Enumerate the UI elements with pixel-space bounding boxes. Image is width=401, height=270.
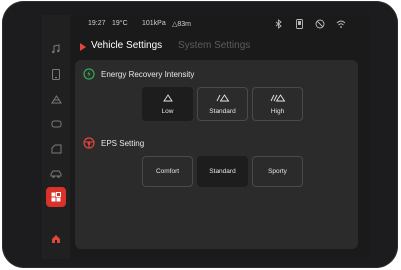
settings-tabs: Vehicle Settings System Settings	[70, 39, 369, 55]
energy-option-standard-label: Standard	[209, 107, 236, 115]
vehicle-icon[interactable]	[46, 164, 66, 184]
energy-option-high[interactable]: High	[252, 87, 303, 121]
energy-recovery-header: Energy Recovery Intensity	[83, 67, 194, 81]
energy-option-standard[interactable]: Standard	[197, 87, 248, 121]
eps-option-standard[interactable]: Standard	[197, 156, 248, 187]
device-frame: 19:27 19°C 101kPa △83m Vehicle Settings …	[2, 1, 398, 268]
wifi-icon[interactable]	[335, 18, 347, 30]
energy-option-low-label: Low	[161, 107, 174, 115]
tab-system-settings[interactable]: System Settings	[178, 40, 250, 51]
active-tab-indicator-icon	[80, 43, 86, 51]
steering-wheel-icon	[83, 137, 95, 149]
eps-option-comfort-label: Comfort	[155, 168, 180, 175]
phone-status-icon[interactable]	[293, 18, 305, 30]
navigation-icon[interactable]	[46, 89, 66, 109]
seat-icon[interactable]	[46, 114, 66, 134]
altitude: △83m	[172, 21, 192, 28]
tab-vehicle-settings[interactable]: Vehicle Settings	[91, 40, 162, 51]
standard-level-icon	[216, 93, 230, 104]
settings-panel: Energy Recovery Intensity Low Standard H…	[75, 60, 358, 249]
phone-icon[interactable]	[46, 64, 66, 84]
eps-header: EPS Setting	[83, 136, 144, 150]
eps-option-sporty-label: Sporty	[268, 168, 287, 175]
music-icon[interactable]	[46, 39, 66, 59]
home-icon[interactable]	[46, 229, 66, 249]
settings-icon[interactable]	[46, 187, 66, 207]
sidebar	[42, 15, 70, 259]
energy-recovery-icon	[83, 68, 95, 80]
low-level-icon	[162, 93, 173, 104]
no-signal-icon[interactable]	[314, 18, 326, 30]
temperature: 19°C	[112, 20, 128, 27]
high-level-icon	[270, 93, 286, 104]
pressure: 101kPa	[142, 20, 166, 27]
eps-option-sporty[interactable]: Sporty	[252, 156, 303, 187]
door-icon[interactable]	[46, 139, 66, 159]
eps-title: EPS Setting	[101, 138, 145, 148]
eps-option-comfort[interactable]: Comfort	[142, 156, 193, 187]
eps-option-standard-label: Standard	[209, 168, 236, 175]
clock: 19:27	[88, 20, 106, 27]
bluetooth-icon[interactable]	[273, 18, 285, 30]
energy-recovery-title: Energy Recovery Intensity	[101, 69, 195, 79]
status-bar: 19:27 19°C 101kPa △83m	[70, 15, 369, 33]
energy-option-low[interactable]: Low	[142, 87, 193, 121]
screen: 19:27 19°C 101kPa △83m Vehicle Settings …	[42, 15, 369, 259]
energy-option-high-label: High	[270, 107, 285, 115]
